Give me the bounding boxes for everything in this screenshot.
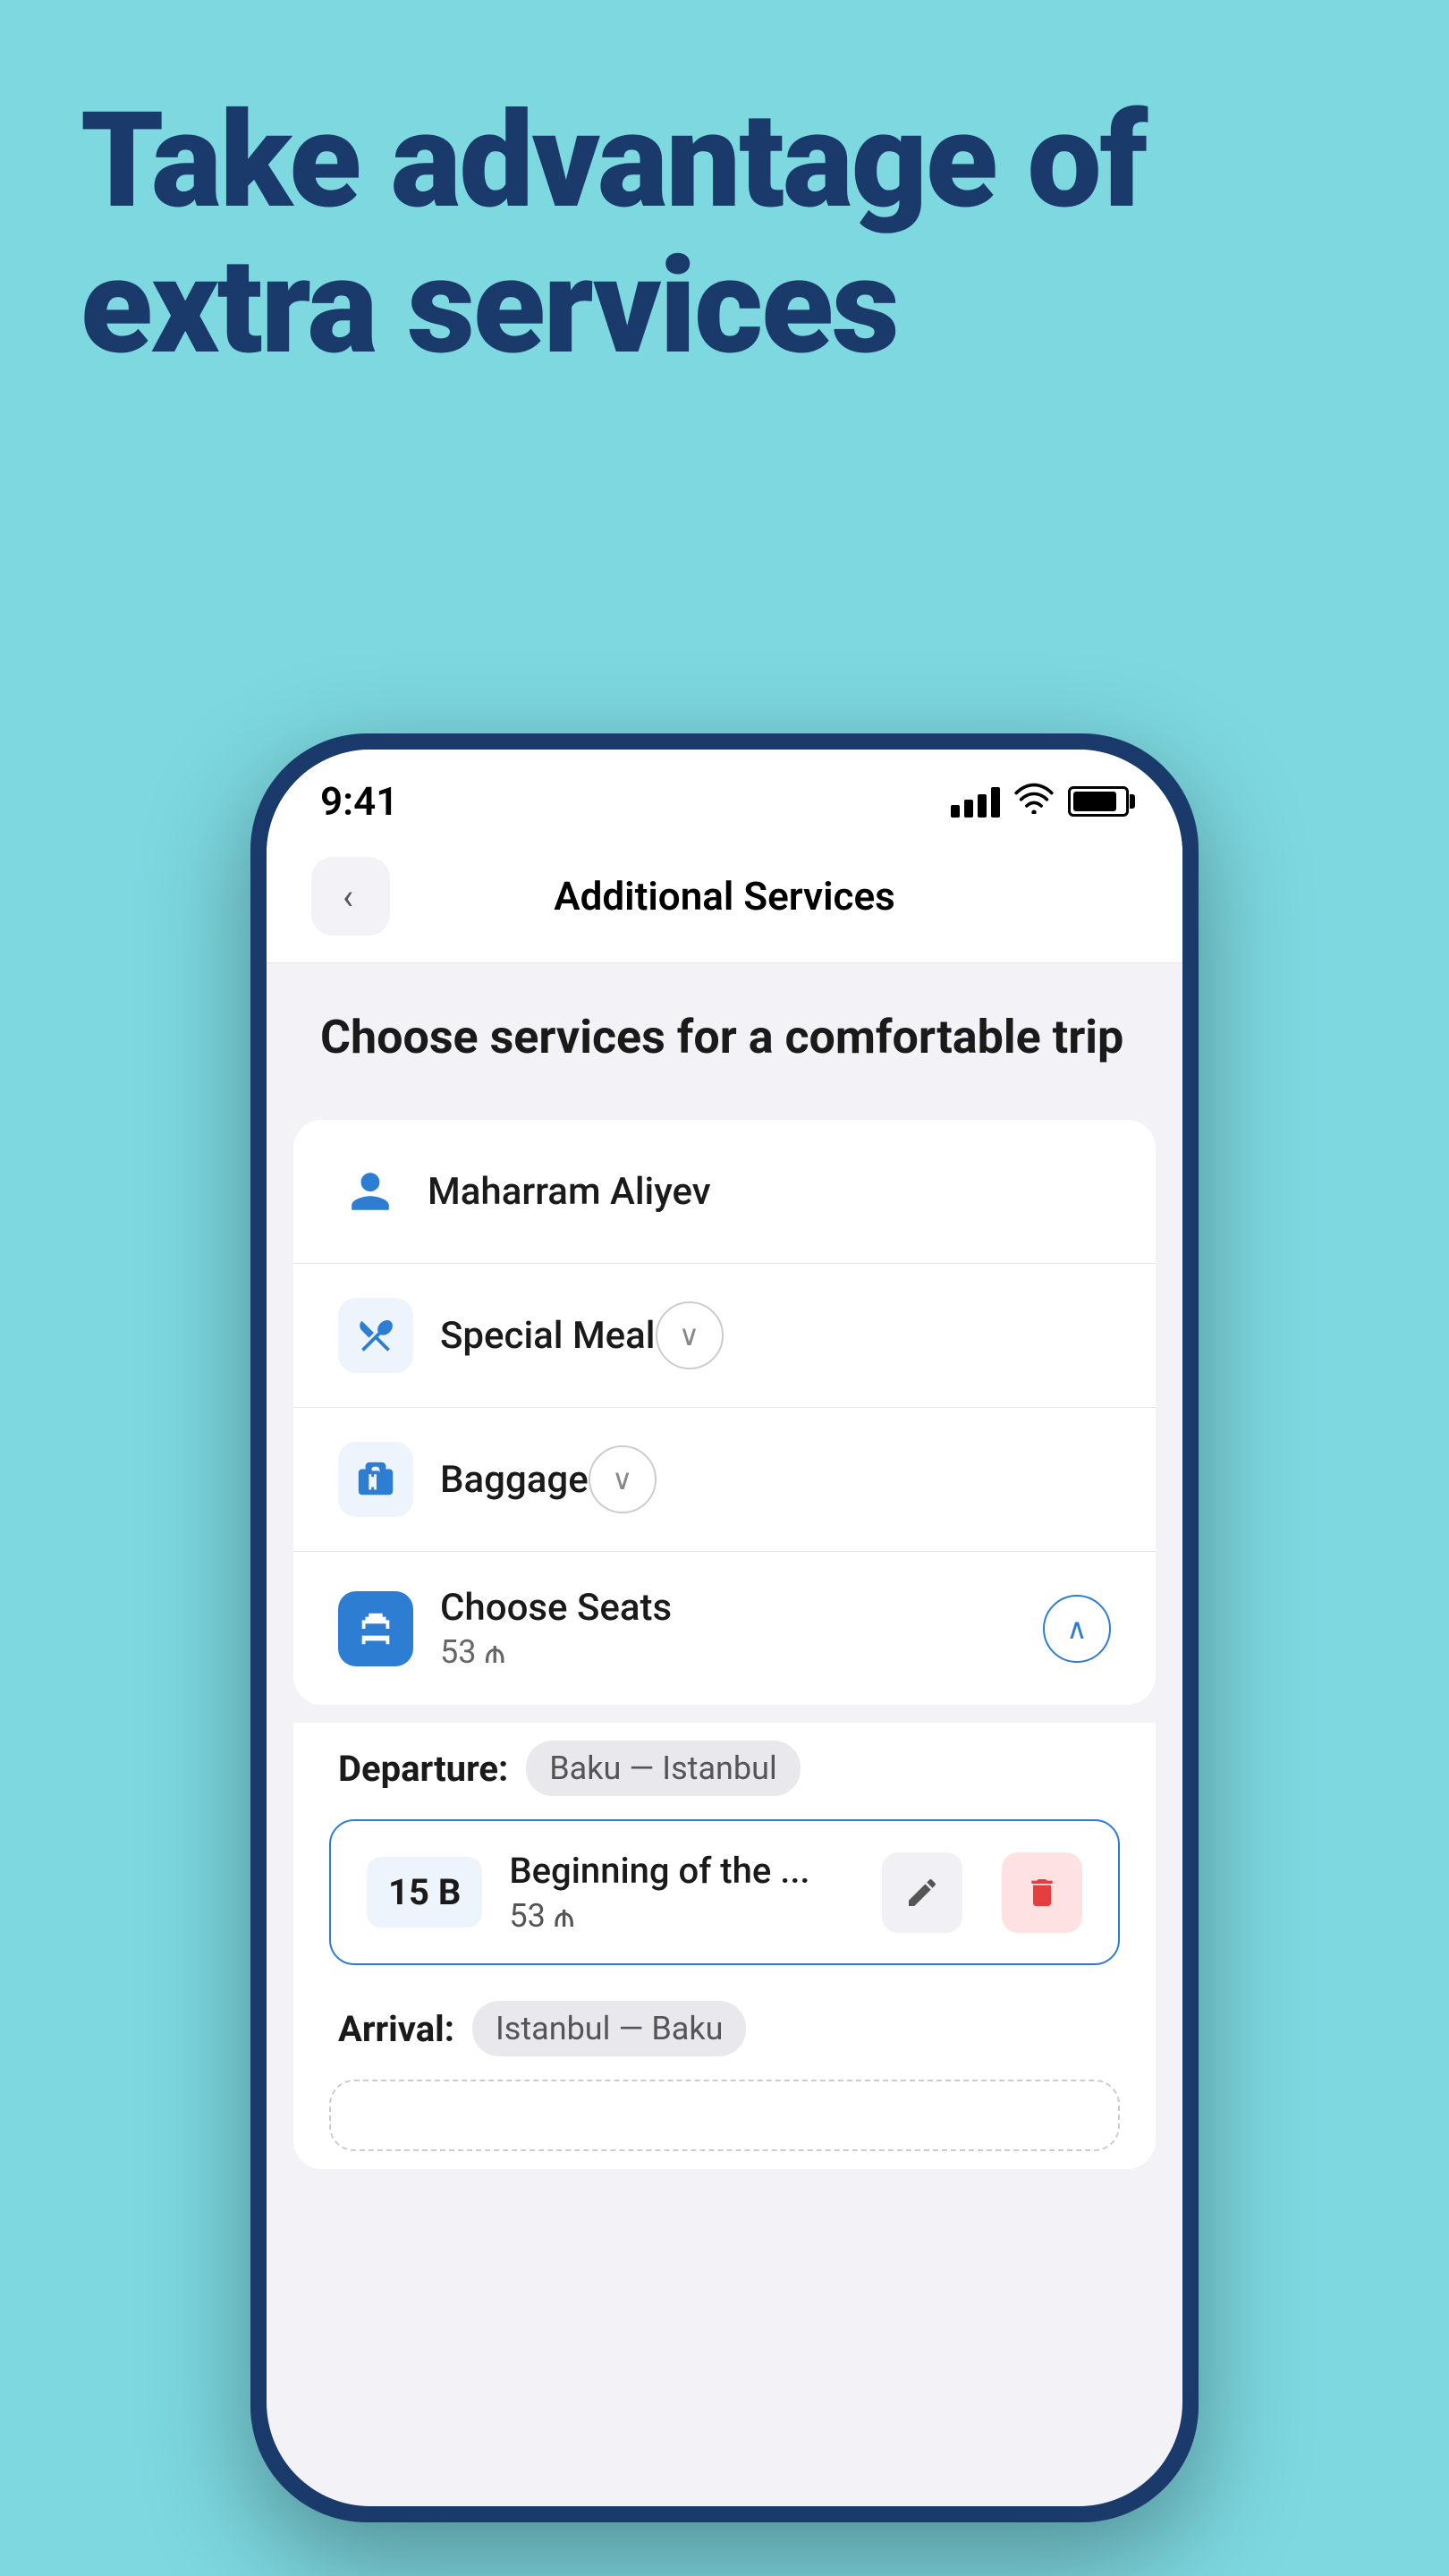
choose-seats-row[interactable]: Choose Seats 53 ₼ ∧	[293, 1552, 1156, 1705]
chevron-down-icon: ∨	[612, 1462, 632, 1496]
special-meal-chevron-btn[interactable]: ∨	[656, 1301, 724, 1369]
seat-price: 53 ₼	[509, 1897, 855, 1935]
delete-seat-button[interactable]	[1002, 1852, 1082, 1933]
wifi-icon	[1014, 782, 1054, 822]
status-bar: 9:41	[267, 750, 1182, 839]
section-header: Choose services for a comfortable trip	[267, 963, 1182, 1102]
edit-seat-button[interactable]	[882, 1852, 962, 1933]
passenger-name: Maharram Aliyev	[428, 1170, 711, 1214]
phone-mockup: 9:41	[250, 733, 1199, 2522]
signal-icon	[951, 785, 1000, 818]
choose-seats-price: 53 ₼	[440, 1633, 1043, 1671]
seat-card: 15 B Beginning of the ... 53 ₼	[329, 1819, 1120, 1965]
chevron-down-icon: ∨	[679, 1318, 699, 1352]
seat-number-badge: 15 B	[367, 1857, 482, 1928]
special-meal-row[interactable]: Special Meal ∨	[293, 1264, 1156, 1408]
phone-screen: 9:41	[267, 750, 1182, 2506]
hero-section: Take advantage of extra services	[80, 89, 1368, 381]
arrival-route-pill: Istanbul — Baku	[472, 2001, 747, 2056]
baggage-label: Baggage	[440, 1458, 589, 1502]
seat-info: Beginning of the ... 53 ₼	[509, 1850, 855, 1935]
phone-outer-frame: 9:41	[250, 733, 1199, 2522]
arrival-label-row: Arrival: Istanbul — Baku	[293, 1983, 1156, 2071]
status-time: 9:41	[320, 778, 398, 825]
seat-icon-wrap	[338, 1591, 413, 1666]
arrival-title: Arrival:	[338, 2008, 454, 2050]
person-icon	[338, 1159, 402, 1224]
choose-seats-chevron-btn[interactable]: ∧	[1043, 1595, 1111, 1663]
passenger-row: Maharram Aliyev	[293, 1120, 1156, 1264]
baggage-icon-wrap	[338, 1442, 413, 1517]
nav-bar: ‹ Additional Services	[267, 839, 1182, 963]
seat-description: Beginning of the ...	[509, 1850, 855, 1892]
back-button[interactable]: ‹	[311, 857, 390, 936]
back-chevron-icon: ‹	[343, 876, 353, 918]
choose-seats-label: Choose Seats	[440, 1586, 1043, 1630]
battery-icon	[1068, 786, 1129, 817]
empty-seat-placeholder	[329, 2080, 1120, 2151]
special-meal-label: Special Meal	[440, 1314, 656, 1358]
services-card: Maharram Aliyev Special Meal ∨	[293, 1120, 1156, 1705]
choose-seats-text: Choose Seats 53 ₼	[440, 1586, 1043, 1671]
seats-expanded-section: Departure: Baku — Istanbul 15 B Beginnin…	[293, 1723, 1156, 2169]
section-heading: Choose services for a comfortable trip	[320, 1008, 1129, 1066]
nav-title: Additional Services	[390, 873, 1059, 919]
status-icons	[951, 782, 1129, 822]
departure-title: Departure:	[338, 1748, 508, 1790]
meal-icon-wrap	[338, 1298, 413, 1373]
departure-label-row: Departure: Baku — Istanbul	[293, 1723, 1156, 1810]
baggage-row[interactable]: Baggage ∨	[293, 1408, 1156, 1552]
departure-route-pill: Baku — Istanbul	[526, 1741, 801, 1796]
hero-title: Take advantage of extra services	[80, 89, 1368, 381]
chevron-up-icon: ∧	[1066, 1612, 1087, 1646]
baggage-chevron-btn[interactable]: ∨	[589, 1445, 657, 1513]
